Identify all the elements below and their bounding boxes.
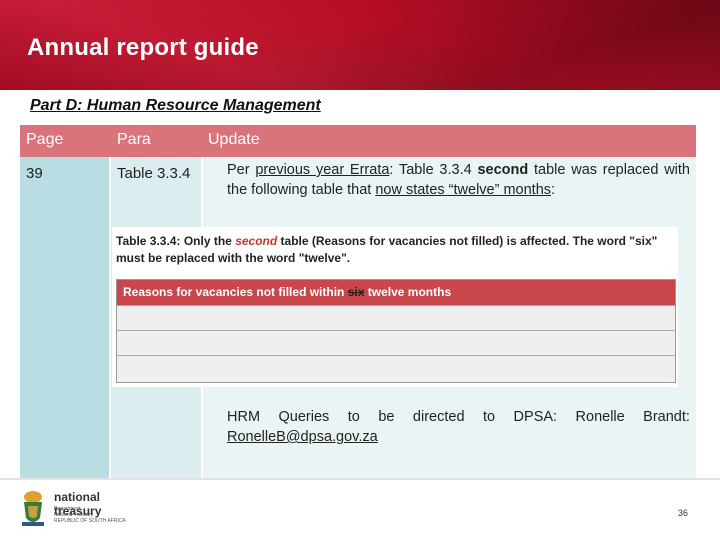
header-update: Update xyxy=(208,131,260,148)
contact-word: be xyxy=(378,409,395,425)
cell-page-value: 39 xyxy=(26,165,43,182)
contact-word: Brandt: xyxy=(643,409,690,425)
struck-word: six xyxy=(347,285,365,299)
cell-para-value: Table 3.3.4 xyxy=(117,165,191,182)
contact-word: Queries xyxy=(278,409,330,425)
logo-subtext: Department: National Treasury REPUBLIC O… xyxy=(54,506,126,524)
coat-of-arms-icon xyxy=(22,491,44,526)
section-subtitle: Part D: Human Resource Management xyxy=(30,97,321,114)
inner-table-figure: Table 3.3.4: Only the second table (Reas… xyxy=(112,227,678,387)
table-row xyxy=(117,355,675,382)
header-page: Page xyxy=(26,131,64,148)
slide-title: Annual report guide xyxy=(27,34,259,61)
table-row xyxy=(117,330,675,355)
contact-word: directed xyxy=(412,409,465,425)
page-column xyxy=(20,157,109,478)
footer-divider xyxy=(0,478,720,480)
contact-line: HRM Queries to be directed to DPSA: Ronelle Bran… xyxy=(227,407,690,427)
national-treasury-logo: national treasury Department: National T… xyxy=(18,486,148,532)
contact-info: HRM Queries to be directed to DPSA: Ronelle Bran… xyxy=(227,407,690,447)
page-number: 36 xyxy=(678,508,689,518)
contact-word: Ronelle xyxy=(575,409,625,425)
update-description: Per previous year Errata: Table 3.3.4 se… xyxy=(227,162,690,198)
update-table: Page Para Update 39 Table 3.3.4 Per prev… xyxy=(20,125,696,478)
table-row xyxy=(117,305,675,330)
contact-word: to xyxy=(347,409,360,425)
errata-link[interactable]: previous year Errata xyxy=(255,162,389,178)
inner-caption: Table 3.3.4: Only the second table (Reas… xyxy=(116,234,658,265)
contact-word: HRM xyxy=(227,409,261,425)
inner-table-header: Reasons for vacancies not filled within … xyxy=(117,280,675,305)
contact-word: DPSA: xyxy=(513,409,558,425)
table-header-row: Page Para Update xyxy=(20,125,696,157)
inner-vacancies-table: Reasons for vacancies not filled within … xyxy=(116,279,676,383)
contact-word: to xyxy=(482,409,496,425)
header-para: Para xyxy=(117,131,151,148)
email-link[interactable]: RonelleB@dpsa.gov.za xyxy=(227,429,378,445)
